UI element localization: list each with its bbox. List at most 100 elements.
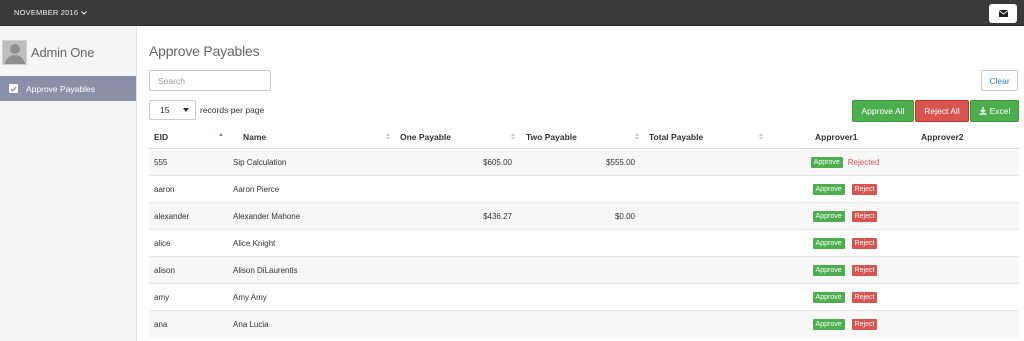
cell-eid: alexander xyxy=(149,202,233,230)
table-row: alexander Alexander Mahone $436.27 $0.00 App… xyxy=(149,202,1019,230)
table-row: alison Alison DiLaurentis Approve Reject xyxy=(149,256,1019,284)
approve-button[interactable]: Approve xyxy=(812,183,845,195)
cell-name: Alexander Mahone xyxy=(233,202,396,230)
cell-one-payable xyxy=(396,175,521,203)
column-header-one-payable[interactable]: One Payable xyxy=(396,126,521,149)
cell-one-payable xyxy=(396,256,521,284)
column-header-two-payable[interactable]: Two Payable xyxy=(521,126,645,149)
page-length-control: 15 records per page xyxy=(149,100,264,120)
column-header-approver2: Approver2 xyxy=(899,126,1019,149)
cell-one-payable xyxy=(396,229,521,257)
page-length-select[interactable]: 15 xyxy=(149,100,196,120)
page-length-value: 15 xyxy=(160,105,170,115)
cell-approver1: Approve Reject xyxy=(769,175,899,203)
cell-approver2 xyxy=(899,148,1019,176)
table-row: 555 Sip Calculation $605.00 $555.00 Approve R… xyxy=(149,148,1019,176)
cell-two-payable xyxy=(521,229,645,257)
cell-name: Sip Calculation xyxy=(233,148,396,176)
caret-down-icon xyxy=(183,108,189,112)
top-bar: NOVEMBER 2016 xyxy=(0,0,1024,26)
reject-all-button[interactable]: Reject All xyxy=(915,100,969,122)
approve-button[interactable]: Approve xyxy=(812,237,845,249)
reject-button[interactable]: Reject xyxy=(851,291,878,303)
reject-button[interactable]: Reject xyxy=(851,210,878,222)
user-name: Admin One xyxy=(31,45,95,60)
cell-one-payable: $436.27 xyxy=(396,202,521,230)
approve-button[interactable]: Approve xyxy=(812,210,845,222)
table-header-row: EID Name One Payable Two Payable Total P… xyxy=(149,126,1019,149)
table-row: ana Ana Lucia Approve Reject xyxy=(149,310,1019,338)
cell-eid: aaron xyxy=(149,175,233,203)
cell-eid: 555 xyxy=(149,148,233,176)
status-rejected: Rejected xyxy=(847,157,880,167)
chevron-down-icon xyxy=(81,10,88,15)
sidebar-item-label: Approve Payables xyxy=(26,83,95,94)
cell-approver1: Approve Reject xyxy=(769,310,899,338)
cell-total-payable xyxy=(645,310,769,338)
cell-two-payable xyxy=(521,256,645,284)
cell-two-payable xyxy=(521,310,645,338)
cell-approver2 xyxy=(899,256,1019,284)
cell-total-payable xyxy=(645,283,769,311)
cell-total-payable xyxy=(645,229,769,257)
approve-button[interactable]: Approve xyxy=(812,318,845,330)
reject-button[interactable]: Reject xyxy=(851,237,878,249)
cell-total-payable xyxy=(645,256,769,284)
clear-button[interactable]: Clear xyxy=(981,70,1018,91)
table-row: amy Amy Amy Approve Reject xyxy=(149,283,1019,311)
cell-approver2 xyxy=(899,202,1019,230)
approve-all-button[interactable]: Approve All xyxy=(852,100,914,122)
cell-two-payable xyxy=(521,175,645,203)
approve-button[interactable]: Approve xyxy=(812,264,845,276)
reject-button[interactable]: Reject xyxy=(851,264,878,276)
avatar xyxy=(2,40,27,65)
cell-eid: amy xyxy=(149,283,233,311)
reject-button[interactable]: Reject xyxy=(851,183,878,195)
cell-approver1: Approve Rejected xyxy=(769,148,899,176)
approve-button[interactable]: Approve xyxy=(812,291,845,303)
column-header-name[interactable]: Name xyxy=(233,126,396,149)
cell-total-payable xyxy=(645,175,769,203)
excel-label: Excel xyxy=(989,106,1011,116)
payables-table: EID Name One Payable Two Payable Total P… xyxy=(149,126,1019,338)
period-label: NOVEMBER 2016 xyxy=(14,8,79,17)
cell-two-payable: $555.00 xyxy=(521,148,645,176)
sidebar: Admin One Approve Payables xyxy=(0,26,137,341)
cell-approver2 xyxy=(899,310,1019,338)
column-header-approver1: Approver1 xyxy=(769,126,899,149)
cell-eid: ana xyxy=(149,310,233,338)
search-input[interactable] xyxy=(149,70,271,91)
cell-name: Ana Lucia xyxy=(233,310,396,338)
cell-two-payable: $0.00 xyxy=(521,202,645,230)
mail-button[interactable] xyxy=(989,4,1017,23)
excel-export-button[interactable]: Excel xyxy=(970,100,1019,122)
cell-two-payable xyxy=(521,283,645,311)
cell-approver1: Approve Reject xyxy=(769,283,899,311)
column-header-total-payable[interactable]: Total Payable xyxy=(645,126,769,149)
checkbox-icon xyxy=(9,84,18,93)
cell-name: Alice Knight xyxy=(233,229,396,257)
column-header-eid[interactable]: EID xyxy=(149,126,233,149)
download-icon xyxy=(979,107,987,115)
approve-button[interactable]: Approve xyxy=(810,156,843,168)
page-title: Approve Payables xyxy=(149,43,260,59)
cell-approver2 xyxy=(899,283,1019,311)
reject-button[interactable]: Reject xyxy=(851,318,878,330)
cell-total-payable xyxy=(645,148,769,176)
sort-icon xyxy=(386,133,390,140)
cell-name: Alison DiLaurentis xyxy=(233,256,396,284)
table-row: aaron Aaron Pierce Approve Reject xyxy=(149,175,1019,203)
sort-icon xyxy=(759,133,763,140)
cell-name: Aaron Pierce xyxy=(233,175,396,203)
sort-asc-icon xyxy=(219,133,223,140)
page-length-label: records per page xyxy=(200,105,265,115)
cell-approver1: Approve Reject xyxy=(769,256,899,284)
cell-one-payable: $605.00 xyxy=(396,148,521,176)
period-dropdown[interactable]: NOVEMBER 2016 xyxy=(14,8,88,17)
user-profile: Admin One xyxy=(2,40,94,65)
sidebar-item-approve-payables[interactable]: Approve Payables xyxy=(0,76,136,101)
sort-icon xyxy=(511,133,515,140)
cell-approver1: Approve Reject xyxy=(769,229,899,257)
cell-approver1: Approve Reject xyxy=(769,202,899,230)
cell-approver2 xyxy=(899,175,1019,203)
